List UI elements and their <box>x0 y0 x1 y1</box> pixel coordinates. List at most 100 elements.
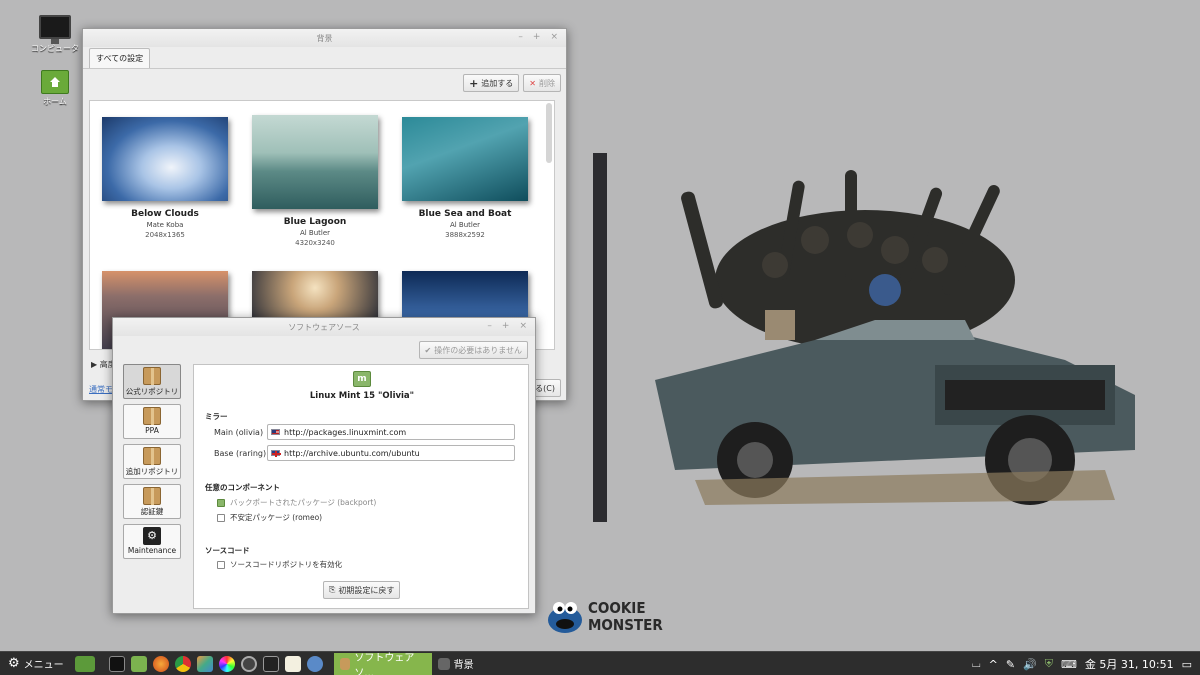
keepass-icon[interactable] <box>306 655 323 672</box>
notification-icon[interactable]: ▭ <box>1182 658 1192 671</box>
mirror-label: Base (raring) <box>214 449 267 458</box>
sidebar-item-label: 公式リポジトリ <box>125 387 179 396</box>
remove-wallpaper-button[interactable]: ✕ 削除 <box>523 74 561 92</box>
mint-logo-icon: m <box>353 371 371 387</box>
color-picker-icon[interactable] <box>218 655 235 672</box>
mirror-section-header: ミラー <box>205 412 228 421</box>
wallpaper-item[interactable]: Below Clouds Mate Koba 2048x1365 <box>100 117 230 239</box>
base-mirror-url: http://archive.ubuntu.com/ubuntu <box>284 448 420 458</box>
image-viewer-icon[interactable] <box>196 655 213 672</box>
close-icon[interactable]: × <box>550 32 558 42</box>
components-section-header: 任意のコンポーネント <box>205 483 280 492</box>
wallpaper-name: Blue Sea and Boat <box>418 209 512 219</box>
cookie-monster-face-icon <box>548 602 582 633</box>
sources-panel: m Linux Mint 15 "Olivia" ミラー Main (olivi… <box>193 364 529 609</box>
reset-defaults-button[interactable]: ⎘ 初期設定に戻す <box>323 581 401 599</box>
checkbox-icon <box>217 560 225 569</box>
home-folder-icon <box>41 70 69 94</box>
sidebar-item-label: 追加リポジトリ <box>125 467 179 476</box>
update-shield-icon[interactable]: ⛨ <box>1045 657 1053 671</box>
apply-button[interactable]: ✔ 操作の必要はありません <box>418 341 528 359</box>
clock[interactable]: 金 5月 31, 10:51 <box>1085 656 1174 672</box>
text-editor-icon[interactable] <box>284 655 301 672</box>
wallpaper-item[interactable]: Blue Sea and Boat Al Butler 3888x2592 <box>400 117 530 239</box>
normal-mode-link[interactable]: 通常モ <box>89 384 113 395</box>
sidebar-item-additional-repos[interactable]: 追加リポジトリ <box>123 444 181 479</box>
show-desktop-icon[interactable] <box>74 655 95 672</box>
task-software-sources[interactable]: ソフトウェアソ... <box>333 652 432 675</box>
system-monitor-icon[interactable] <box>262 655 279 672</box>
checkmark-icon: ✔ <box>424 345 432 355</box>
pen-icon[interactable]: ✎ <box>1006 658 1015 671</box>
window-titlebar[interactable]: ソフトウェアソース – + × <box>113 318 535 336</box>
background-settings-icon <box>437 657 450 670</box>
workspace-icon[interactable]: ⌴ <box>972 657 981 671</box>
base-mirror-field[interactable]: http://archive.ubuntu.com/ubuntu <box>267 445 515 461</box>
reset-icon: ⎘ <box>329 585 336 594</box>
volume-icon[interactable]: 🔊 <box>1023 658 1037 671</box>
terminal-icon[interactable] <box>108 655 125 672</box>
minimize-icon[interactable]: – <box>487 321 492 331</box>
package-add-icon <box>143 447 161 465</box>
firefox-icon[interactable] <box>152 655 169 672</box>
source-code-checkbox[interactable]: ソースコードリポジトリを有効化 <box>217 559 342 570</box>
sidebar-item-ppa[interactable]: PPA <box>123 404 181 439</box>
sidebar-item-official-repos[interactable]: 公式リポジトリ <box>123 364 181 399</box>
remove-x-icon: ✕ <box>529 78 536 88</box>
tab-all-settings[interactable]: すべての設定 <box>89 48 151 68</box>
keyboard-icon[interactable]: ⌨ <box>1061 658 1077 671</box>
apply-button-label: 操作の必要はありません <box>434 345 522 355</box>
cookie-monster-logo: COOKIE MONSTER <box>547 600 663 634</box>
logo-line-2: MONSTER <box>588 616 663 634</box>
plus-icon: + <box>469 76 479 90</box>
maximize-icon[interactable]: + <box>533 32 541 42</box>
wallpaper-thumbnail[interactable] <box>402 117 528 201</box>
backport-checkbox[interactable]: バックポートされたパッケージ (backport) <box>217 497 376 508</box>
wallpaper-author: Mate Koba <box>146 221 184 229</box>
wallpaper-item[interactable]: Blue Lagoon Al Butler 4320x3240 <box>250 115 380 247</box>
monitor-icon <box>39 15 71 44</box>
expander-arrow-icon: ▶ <box>91 360 98 369</box>
uk-flag-icon <box>271 450 281 457</box>
main-mirror-field[interactable]: http://packages.linuxmint.com <box>267 424 515 440</box>
sidebar-item-maintenance[interactable]: ⚙ Maintenance <box>123 524 181 559</box>
cookie-monster-figure <box>869 274 901 306</box>
menu-label: メニュー <box>23 660 64 671</box>
sidebar-item-label: 認証鍵 <box>140 507 164 516</box>
minimize-icon[interactable]: – <box>518 32 523 42</box>
add-wallpaper-button[interactable]: + 追加する <box>463 74 520 92</box>
chrome-icon[interactable] <box>174 655 191 672</box>
task-background[interactable]: 背景 <box>432 653 480 675</box>
close-icon[interactable]: × <box>519 321 527 331</box>
checkbox-icon <box>217 498 225 507</box>
main-mirror-url: http://packages.linuxmint.com <box>284 427 407 437</box>
scrollbar[interactable] <box>546 103 552 163</box>
source-section-header: ソースコード <box>205 546 250 555</box>
taskbar: ⚙ メニュー ソフトウェアソ... 背景 ⌴ ^ ✎ 🔊 ⛨ ⌨ 金 5月 31… <box>0 651 1200 675</box>
wallpaper-name: Below Clouds <box>131 209 199 219</box>
desktop-icon-computer[interactable]: コンピュータ <box>25 15 85 54</box>
camera-icon[interactable] <box>240 655 257 672</box>
menu-button[interactable]: ⚙ メニュー <box>0 652 72 675</box>
wallpaper-size: 3888x2592 <box>445 231 485 239</box>
wallpaper-thumbnail[interactable] <box>102 117 228 201</box>
window-titlebar[interactable]: 背景 – + × <box>83 29 566 47</box>
tray-arrow-icon[interactable]: ^ <box>989 658 998 671</box>
sidebar-item-auth-keys[interactable]: 認証鍵 <box>123 484 181 519</box>
package-icon <box>143 367 161 385</box>
gear-icon: ⚙ <box>8 656 20 671</box>
add-button-label: 追加する <box>481 78 514 88</box>
sidebar-item-label: PPA <box>145 426 159 435</box>
window-title: ソフトウェアソース <box>288 322 360 332</box>
system-tray: ⌴ ^ ✎ 🔊 ⛨ ⌨ 金 5月 31, 10:51 ▭ <box>972 652 1200 675</box>
files-icon[interactable] <box>130 655 147 672</box>
maximize-icon[interactable]: + <box>502 321 510 331</box>
checkbox-label: バックポートされたパッケージ (backport) <box>230 498 377 507</box>
unstable-checkbox[interactable]: 不安定パッケージ (romeo) <box>217 512 322 523</box>
wallpaper-thumbnail[interactable] <box>252 115 378 209</box>
remove-button-label: 削除 <box>539 78 555 88</box>
desktop-icon-home[interactable]: ホーム <box>25 70 85 107</box>
checkbox-label: 不安定パッケージ (romeo) <box>230 513 323 522</box>
desktop-icon-label: ホーム <box>43 97 67 106</box>
sidebar-item-label: Maintenance <box>127 546 177 555</box>
